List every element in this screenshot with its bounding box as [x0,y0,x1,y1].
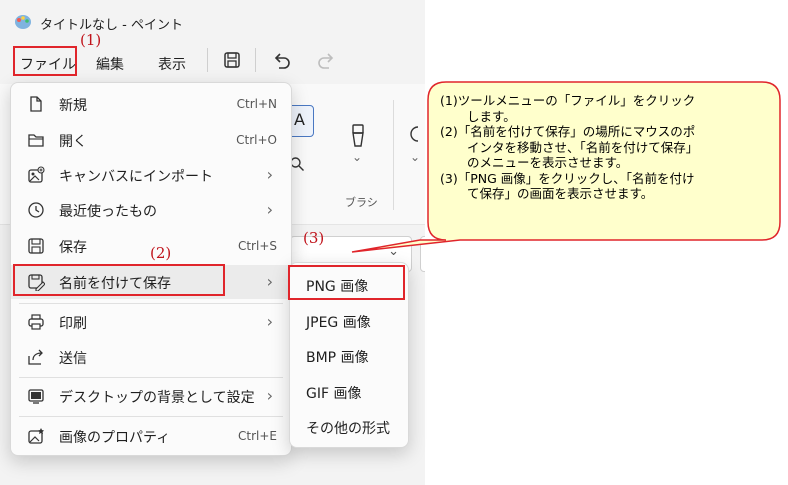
callout-line: (1)ツールメニューの「ファイル」をクリック [440,93,775,109]
callout-line: て保存」の画面を表示させます。 [440,186,775,202]
callout-line: (2)「名前を付けて保存」の場所にマウスのポ [440,124,775,140]
callout-text: (1)ツールメニューの「ファイル」をクリック します。 (2)「名前を付けて保存… [440,93,775,202]
callout-line: します。 [440,109,775,125]
callout-bubble [0,0,788,485]
callout-line: (3)「PNG 画像」をクリックし、「名前を付け [440,171,775,187]
callout-line: のメニューを表示させます。 [440,155,775,171]
callout-line: インタを移動させ、「名前を付けて保存」 [440,140,775,156]
